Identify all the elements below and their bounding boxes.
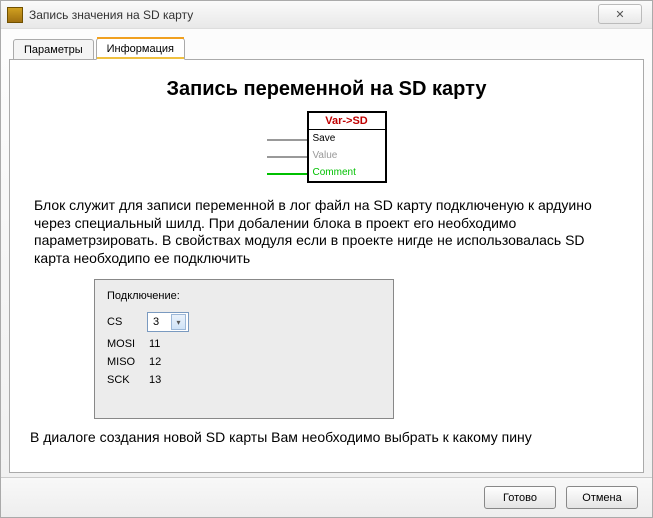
block-pin-comment: Comment <box>309 164 385 181</box>
connection-row-miso: MISO 12 <box>107 356 381 368</box>
button-label: Отмена <box>582 492 621 504</box>
tab-parameters[interactable]: Параметры <box>13 39 94 60</box>
description-text-2: В диалоге создания новой SD карты Вам не… <box>30 429 623 445</box>
connection-label: MOSI <box>107 338 147 350</box>
block-header: Var->SD <box>309 113 385 130</box>
block-pin-save: Save <box>309 130 385 147</box>
dialog-window: Запись значения на SD карту ✕ Параметры … <box>0 0 653 518</box>
tab-page-information: Запись переменной на SD карту Var->SD Sa… <box>9 59 644 473</box>
pin-label: Comment <box>313 167 356 178</box>
tab-information[interactable]: Информация <box>96 38 185 60</box>
tab-strip: Параметры Информация <box>9 35 644 59</box>
button-label: Готово <box>503 492 537 504</box>
connection-row-mosi: MOSI 11 <box>107 338 381 350</box>
pin-line-icon <box>267 139 307 141</box>
tab-label: Информация <box>107 43 174 55</box>
close-button[interactable]: ✕ <box>598 4 642 24</box>
close-icon: ✕ <box>615 8 624 21</box>
client-area: Параметры Информация Запись переменной н… <box>9 35 644 473</box>
connection-panel: Подключение: CS 3 ▾ MOSI 11 MISO 12 <box>94 279 394 419</box>
block-pin-value: Value <box>309 147 385 164</box>
select-value: 3 <box>153 316 159 328</box>
window-title: Запись значения на SD карту <box>29 8 193 22</box>
page-title: Запись переменной на SD карту <box>24 78 629 101</box>
pin-label: Value <box>313 150 338 161</box>
chevron-down-icon: ▾ <box>171 314 186 330</box>
connection-value: 13 <box>147 374 161 386</box>
connection-value: 12 <box>147 356 161 368</box>
block-rect: Var->SD Save Value Comment <box>307 111 387 183</box>
app-icon <box>7 7 23 23</box>
ok-button[interactable]: Готово <box>484 486 556 509</box>
connection-row-cs: CS 3 ▾ <box>107 312 381 332</box>
description-text: Блок служит для записи переменной в лог … <box>34 197 619 267</box>
cs-pin-select[interactable]: 3 ▾ <box>147 312 189 332</box>
tab-label: Параметры <box>24 44 83 56</box>
connection-value: 11 <box>147 338 160 350</box>
pin-line-icon <box>267 173 307 175</box>
dialog-footer: Готово Отмена <box>1 477 652 517</box>
titlebar[interactable]: Запись значения на SD карту ✕ <box>1 1 652 29</box>
connection-label: MISO <box>107 356 147 368</box>
cancel-button[interactable]: Отмена <box>566 486 638 509</box>
connection-row-sck: SCK 13 <box>107 374 381 386</box>
block-diagram: Var->SD Save Value Comment <box>267 111 387 183</box>
pin-label: Save <box>313 133 336 144</box>
connection-label: SCK <box>107 374 147 386</box>
pin-line-icon <box>267 156 307 158</box>
connection-label: CS <box>107 316 147 328</box>
connection-title: Подключение: <box>107 290 381 302</box>
